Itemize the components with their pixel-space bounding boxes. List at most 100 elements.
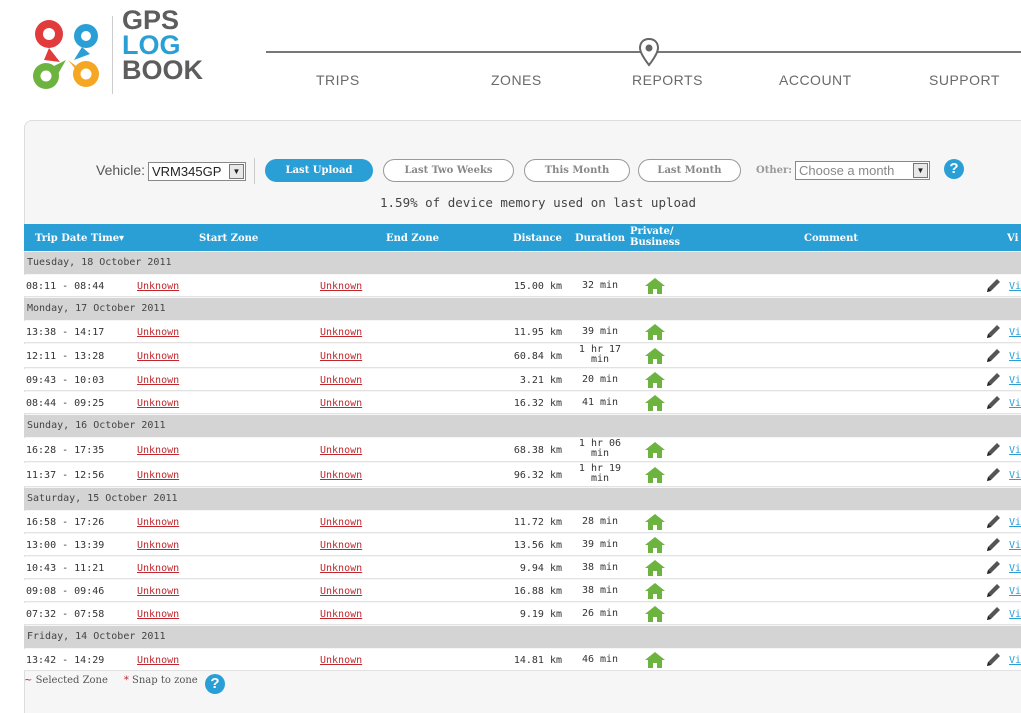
end-zone-link[interactable]: Unknown — [320, 517, 362, 528]
trip-row[interactable]: 08:44 - 09:25 Unknown Unknown 16.32 km 41 mi… — [24, 392, 1021, 414]
trip-row[interactable]: 13:00 - 13:39 Unknown Unknown 13.56 km 39 mi… — [24, 534, 1021, 556]
start-zone-link[interactable]: Unknown — [137, 327, 179, 338]
help-icon[interactable]: ? — [944, 159, 964, 179]
edit-pencil-icon[interactable] — [984, 441, 1002, 459]
trip-row[interactable]: 12:11 - 13:28 Unknown Unknown 60.84 km 1 hr … — [24, 344, 1021, 368]
view-link[interactable]: Vi — [1009, 517, 1021, 528]
this-month-button[interactable]: This Month — [524, 159, 630, 182]
trip-duration: 1 hr 06 min — [578, 438, 622, 459]
edit-pencil-icon[interactable] — [984, 323, 1002, 341]
trip-row[interactable]: 08:11 - 08:44 Unknown Unknown 15.00 km 32 mi… — [24, 275, 1021, 297]
edit-pencil-icon[interactable] — [984, 277, 1002, 295]
month-select[interactable]: Choose a month ▼ — [795, 161, 930, 180]
end-zone-link[interactable]: Unknown — [320, 563, 362, 574]
private-home-icon[interactable] — [644, 466, 666, 484]
edit-pencil-icon[interactable] — [984, 371, 1002, 389]
nav-account[interactable]: ACCOUNT — [779, 72, 852, 88]
private-home-icon[interactable] — [644, 582, 666, 600]
edit-pencil-icon[interactable] — [984, 347, 1002, 365]
trip-row[interactable]: 11:37 - 12:56 Unknown Unknown 96.32 km 1 hr … — [24, 463, 1021, 487]
edit-pencil-icon[interactable] — [984, 605, 1002, 623]
private-home-icon[interactable] — [644, 651, 666, 669]
view-link[interactable]: Vi — [1009, 351, 1021, 362]
edit-pencil-icon[interactable] — [984, 582, 1002, 600]
start-zone-link[interactable]: Unknown — [137, 563, 179, 574]
start-zone-link[interactable]: Unknown — [137, 655, 179, 666]
trip-duration: 1 hr 19 min — [578, 463, 622, 484]
last-two-weeks-button[interactable]: Last Two Weeks — [383, 159, 514, 182]
end-zone-link[interactable]: Unknown — [320, 375, 362, 386]
edit-pencil-icon[interactable] — [984, 536, 1002, 554]
private-home-icon[interactable] — [644, 559, 666, 577]
end-zone-link[interactable]: Unknown — [320, 351, 362, 362]
end-zone-link[interactable]: Unknown — [320, 586, 362, 597]
view-link[interactable]: Vi — [1009, 445, 1021, 456]
trip-row[interactable]: 16:58 - 17:26 Unknown Unknown 11.72 km 28 mi… — [24, 511, 1021, 533]
edit-pencil-icon[interactable] — [984, 394, 1002, 412]
legend-help-icon[interactable]: ? — [205, 674, 225, 694]
view-link[interactable]: Vi — [1009, 281, 1021, 292]
legend: ~ Selected Zone * Snap to zone — [24, 675, 198, 686]
col-trip-date-time[interactable]: Trip Date Time▾ — [35, 233, 124, 244]
edit-pencil-icon[interactable] — [984, 651, 1002, 669]
nav-support[interactable]: SUPPORT — [929, 72, 1000, 88]
edit-pencil-icon[interactable] — [984, 559, 1002, 577]
edit-pencil-icon[interactable] — [984, 466, 1002, 484]
trip-row[interactable]: 16:28 - 17:35 Unknown Unknown 68.38 km 1 hr … — [24, 438, 1021, 462]
view-link[interactable]: Vi — [1009, 540, 1021, 551]
logo-divider — [112, 16, 113, 94]
start-zone-link[interactable]: Unknown — [137, 517, 179, 528]
view-link[interactable]: Vi — [1009, 609, 1021, 620]
end-zone-link[interactable]: Unknown — [320, 445, 362, 456]
vehicle-select[interactable]: VRM345GP ▼ — [148, 162, 246, 181]
view-link[interactable]: Vi — [1009, 470, 1021, 481]
logo-text[interactable]: GPS LOG BOOK — [122, 7, 203, 84]
start-zone-link[interactable]: Unknown — [137, 281, 179, 292]
end-zone-link[interactable]: Unknown — [320, 540, 362, 551]
last-upload-button[interactable]: Last Upload — [265, 159, 373, 182]
trip-row[interactable]: 13:38 - 14:17 Unknown Unknown 11.95 km 39 mi… — [24, 321, 1021, 343]
end-zone-link[interactable]: Unknown — [320, 609, 362, 620]
view-link[interactable]: Vi — [1009, 375, 1021, 386]
start-zone-link[interactable]: Unknown — [137, 586, 179, 597]
trip-row[interactable]: 09:08 - 09:46 Unknown Unknown 16.88 km 38 mi… — [24, 580, 1021, 602]
start-zone-link[interactable]: Unknown — [137, 398, 179, 409]
nav-reports[interactable]: REPORTS — [632, 72, 703, 88]
private-home-icon[interactable] — [644, 605, 666, 623]
trip-row[interactable]: 10:43 - 11:21 Unknown Unknown 9.94 km 38 min… — [24, 557, 1021, 579]
start-zone-link[interactable]: Unknown — [137, 540, 179, 551]
trip-row[interactable]: 09:43 - 10:03 Unknown Unknown 3.21 km 20 min… — [24, 369, 1021, 391]
end-zone-link[interactable]: Unknown — [320, 655, 362, 666]
view-link[interactable]: Vi — [1009, 563, 1021, 574]
view-link[interactable]: Vi — [1009, 327, 1021, 338]
start-zone-link[interactable]: Unknown — [137, 609, 179, 620]
view-link[interactable]: Vi — [1009, 586, 1021, 597]
start-zone-link[interactable]: Unknown — [137, 351, 179, 362]
private-home-icon[interactable] — [644, 513, 666, 531]
private-home-icon[interactable] — [644, 441, 666, 459]
start-zone-link[interactable]: Unknown — [137, 445, 179, 456]
end-zone-link[interactable]: Unknown — [320, 327, 362, 338]
end-zone-link[interactable]: Unknown — [320, 398, 362, 409]
end-zone-link[interactable]: Unknown — [320, 281, 362, 292]
trip-row[interactable]: 13:42 - 14:29 Unknown Unknown 14.81 km 46 mi… — [24, 649, 1021, 671]
edit-pencil-icon[interactable] — [984, 513, 1002, 531]
private-home-icon[interactable] — [644, 347, 666, 365]
private-home-icon[interactable] — [644, 536, 666, 554]
trip-time: 09:43 - 10:03 — [26, 375, 105, 386]
view-link[interactable]: Vi — [1009, 398, 1021, 409]
view-link[interactable]: Vi — [1009, 655, 1021, 666]
nav-trips[interactable]: TRIPS — [316, 72, 360, 88]
trip-duration: 1 hr 17 min — [578, 344, 622, 365]
private-home-icon[interactable] — [644, 394, 666, 412]
start-zone-link[interactable]: Unknown — [137, 375, 179, 386]
private-home-icon[interactable] — [644, 371, 666, 389]
private-home-icon[interactable] — [644, 323, 666, 341]
trip-row[interactable]: 07:32 - 07:58 Unknown Unknown 9.19 km 26 min… — [24, 603, 1021, 625]
private-home-icon[interactable] — [644, 277, 666, 295]
last-month-button[interactable]: Last Month — [638, 159, 741, 182]
start-zone-link[interactable]: Unknown — [137, 470, 179, 481]
nav-zones[interactable]: ZONES — [491, 72, 542, 88]
end-zone-link[interactable]: Unknown — [320, 470, 362, 481]
gps-logbook-logo-icon[interactable] — [24, 12, 114, 96]
